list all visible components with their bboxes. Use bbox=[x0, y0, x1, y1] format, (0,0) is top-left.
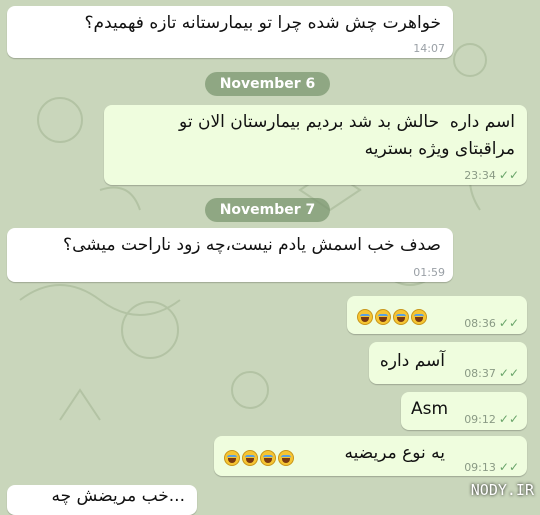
laugh-emoji-group bbox=[224, 447, 296, 466]
message-text: ...خب مریضش چه bbox=[51, 486, 185, 506]
laughing-emoji-icon bbox=[278, 449, 294, 466]
double-check-icon: ✓✓ bbox=[498, 412, 519, 426]
double-check-icon: ✓✓ bbox=[498, 366, 519, 380]
message-bubble-outgoing[interactable]: اسم داره حالش بد شد بردیم بیمارستان الان… bbox=[104, 105, 527, 185]
laughing-emoji-icon bbox=[260, 449, 276, 466]
message-bubble-outgoing[interactable]: آسم داره 08:37 ✓✓ bbox=[369, 342, 527, 384]
message-bubble-outgoing[interactable]: Asm 09:12 ✓✓ bbox=[401, 392, 527, 430]
message-bubble-incoming[interactable]: ...خب مریضش چه bbox=[7, 485, 197, 515]
double-check-icon: ✓✓ bbox=[498, 460, 519, 474]
laughing-emoji-icon bbox=[224, 449, 240, 466]
date-separator: November 7 bbox=[205, 198, 330, 222]
message-bubble-incoming[interactable]: صدف خب اسمش یادم نیست،چه زود ناراحت میشی… bbox=[7, 228, 453, 282]
message-text: Asm bbox=[411, 399, 449, 419]
message-time: 01:59 bbox=[413, 266, 445, 279]
double-check-icon: ✓✓ bbox=[498, 168, 519, 182]
message-bubble-outgoing[interactable]: یه نوع مریضیه 09:13 ✓✓ bbox=[214, 436, 527, 476]
laughing-emoji-icon bbox=[242, 449, 258, 466]
laughing-emoji-icon bbox=[375, 308, 391, 325]
laughing-emoji-icon bbox=[411, 308, 427, 325]
message-time: 09:13 ✓✓ bbox=[464, 460, 519, 474]
message-text: خواهرت چش شده چرا تو بیمارستانه تازه فهم… bbox=[84, 13, 441, 33]
message-text: اسم داره حالش بد شد بردیم بیمارستان الان… bbox=[179, 112, 515, 159]
message-time: 14:07 bbox=[413, 42, 445, 55]
message-time: 08:36 ✓✓ bbox=[464, 316, 519, 330]
date-separator: November 6 bbox=[205, 72, 330, 96]
message-text: صدف خب اسمش یادم نیست،چه زود ناراحت میشی… bbox=[63, 235, 441, 255]
site-watermark: NODY.IR bbox=[470, 481, 534, 499]
message-bubble-incoming[interactable]: خواهرت چش شده چرا تو بیمارستانه تازه فهم… bbox=[7, 6, 453, 58]
message-time: 08:37 ✓✓ bbox=[464, 366, 519, 380]
double-check-icon: ✓✓ bbox=[498, 316, 519, 330]
message-bubble-outgoing[interactable]: 08:36 ✓✓ bbox=[347, 296, 527, 334]
message-text: آسم داره bbox=[379, 351, 445, 371]
message-time: 09:12 ✓✓ bbox=[464, 412, 519, 426]
laughing-emoji-icon bbox=[393, 308, 409, 325]
message-text: یه نوع مریضیه bbox=[344, 443, 445, 463]
laughing-emoji-icon bbox=[357, 308, 373, 325]
laugh-emoji-group bbox=[357, 306, 429, 325]
message-time: 23:34 ✓✓ bbox=[464, 168, 519, 182]
